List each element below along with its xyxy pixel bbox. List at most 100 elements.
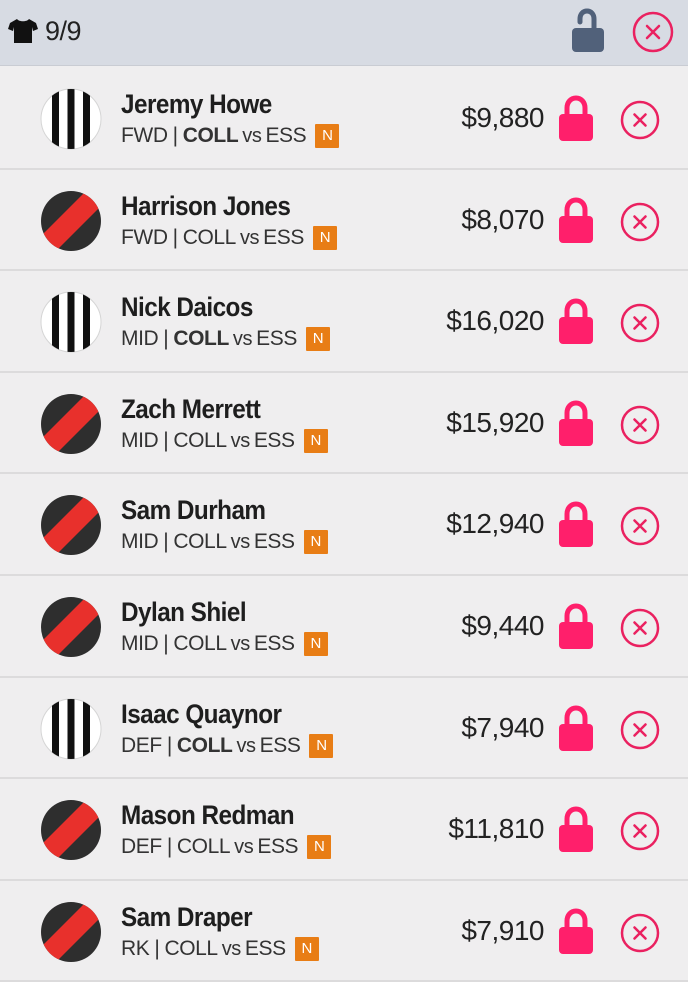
player-meta: FWD | COLL vs ESS N [121,225,337,251]
away-team: ESS [263,225,304,249]
player-meta: MID | COLL vs ESS N [121,428,328,454]
player-name: Isaac Quaynor [121,698,282,729]
player-price: $12,940 [446,508,544,540]
player-meta: MID | COLL vs ESS N [121,529,328,555]
player-name: Dylan Shiel [121,596,247,627]
close-circle-icon[interactable] [631,10,675,54]
collingwood-jersey-icon [40,698,102,760]
meta-separator: | [163,428,169,452]
locked-padlock-icon[interactable] [558,805,594,853]
away-team: ESS [253,631,295,655]
home-team: COLL [176,835,231,859]
player-position: MID [121,327,159,351]
vs-label: vs [230,531,251,554]
home-team: COLL [173,530,227,554]
player-name: Nick Daicos [121,292,253,323]
player-row[interactable]: Harrison Jones FWD | COLL vs ESS N $8,07… [0,169,688,272]
player-name: Jeremy Howe [121,89,272,119]
status-badge: N [303,631,328,656]
remove-circle-icon[interactable] [619,201,661,243]
vs-label: vs [239,226,260,249]
meta-separator: | [163,631,169,655]
player-price: $9,440 [461,609,544,641]
tshirt-icon [8,19,38,43]
collingwood-jersey-icon [40,291,102,353]
vs-label: vs [232,328,253,351]
meta-separator: | [154,936,160,960]
away-team: ESS [259,733,301,757]
player-position: MID [121,428,159,452]
locked-padlock-icon[interactable] [558,196,594,244]
player-meta: RK | COLL vs ESS N [121,936,319,962]
player-name: Sam Durham [121,495,266,526]
locked-padlock-icon[interactable] [558,500,594,548]
home-team: COLL [173,631,227,655]
selected-count: 9/9 [45,16,82,46]
player-name: Mason Redman [121,800,295,831]
locked-padlock-icon[interactable] [558,297,594,345]
player-row[interactable]: Isaac Quaynor DEF | COLL vs ESS N $7,940 [0,677,688,780]
meta-separator: | [163,530,169,554]
essendon-jersey-icon [40,393,102,455]
player-meta: DEF | COLL vs ESS N [121,834,332,860]
meta-separator: | [172,225,178,249]
home-team: COLL [173,428,227,452]
locked-padlock-icon[interactable] [558,907,594,955]
meta-separator: | [163,327,169,351]
locked-padlock-icon[interactable] [558,704,594,752]
locked-padlock-icon[interactable] [558,399,594,447]
status-badge: N [294,936,319,961]
home-team: COLL [182,124,239,147]
vs-label: vs [234,836,254,859]
player-position: FWD [121,225,168,249]
home-team: COLL [182,225,237,249]
player-position: MID [121,631,159,655]
unlocked-padlock-icon[interactable] [568,8,608,54]
player-position: DEF [121,835,162,859]
player-price: $8,070 [461,203,544,235]
player-position: MID [121,530,159,554]
remove-circle-icon[interactable] [619,810,661,852]
player-row[interactable]: Jeremy Howe FWD | COLL vs ESS N $9,880 [0,68,688,170]
player-position: RK [121,936,150,960]
locked-padlock-icon[interactable] [558,602,594,650]
home-team: COLL [173,327,229,351]
player-row[interactable]: Sam Durham MID | COLL vs ESS N $12,940 [0,474,688,576]
player-row[interactable]: Mason Redman DEF | COLL vs ESS N $11,810 [0,779,688,881]
player-price: $9,880 [461,102,544,133]
remove-circle-icon[interactable] [619,404,661,446]
remove-circle-icon[interactable] [619,709,661,751]
status-badge: N [309,733,334,758]
player-meta: FWD | COLL vs ESS N [121,123,340,149]
remove-circle-icon[interactable] [619,99,661,141]
essendon-jersey-icon [40,799,102,861]
player-meta: MID | COLL vs ESS N [121,326,330,352]
lineup-header: 9/9 [0,0,688,66]
remove-circle-icon[interactable] [619,912,661,954]
status-badge: N [307,835,332,860]
home-team: COLL [164,936,218,960]
remove-circle-icon[interactable] [619,607,661,649]
essendon-jersey-icon [40,190,102,252]
away-team: ESS [253,428,295,452]
player-price: $11,810 [448,813,544,845]
player-price: $7,910 [461,914,544,946]
locked-padlock-icon[interactable] [558,94,594,142]
player-row[interactable]: Dylan Shiel MID | COLL vs ESS N $9,440 [0,575,688,678]
essendon-jersey-icon [40,494,102,556]
vs-label: vs [221,937,242,960]
remove-circle-icon[interactable] [619,302,661,344]
remove-circle-icon[interactable] [619,505,661,547]
player-row[interactable]: Zach Merrett MID | COLL vs ESS N $15,920 [0,372,688,475]
status-badge: N [315,124,340,148]
player-meta: DEF | COLL vs ESS N [121,733,334,759]
player-row[interactable]: Sam Draper RK | COLL vs ESS N $7,910 [0,880,688,982]
player-position: FWD [121,124,168,147]
away-team: ESS [244,936,286,960]
player-row[interactable]: Nick Daicos MID | COLL vs ESS N $16,020 [0,271,688,373]
vs-label: vs [236,734,256,757]
status-badge: N [303,428,328,453]
player-meta: MID | COLL vs ESS N [121,631,328,657]
status-badge: N [303,530,328,555]
home-team: COLL [176,733,233,757]
